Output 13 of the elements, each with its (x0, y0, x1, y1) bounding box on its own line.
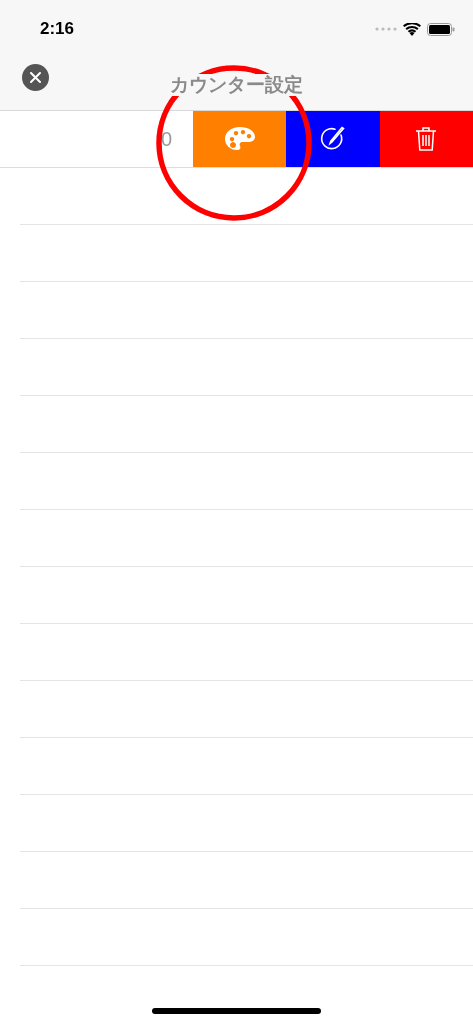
close-icon (30, 71, 41, 83)
pencil-circle-icon (320, 126, 346, 152)
screen-title: カウンター設定 (170, 74, 303, 96)
wifi-icon (403, 22, 421, 36)
signal-icon (375, 27, 397, 31)
delete-button[interactable] (379, 111, 473, 167)
palette-icon (223, 126, 256, 152)
color-button[interactable] (193, 111, 287, 167)
close-button[interactable] (22, 63, 49, 91)
battery-icon (427, 22, 455, 36)
edit-button[interactable] (286, 111, 380, 167)
status-time: 2:16 (40, 18, 75, 39)
trash-icon (415, 126, 438, 152)
